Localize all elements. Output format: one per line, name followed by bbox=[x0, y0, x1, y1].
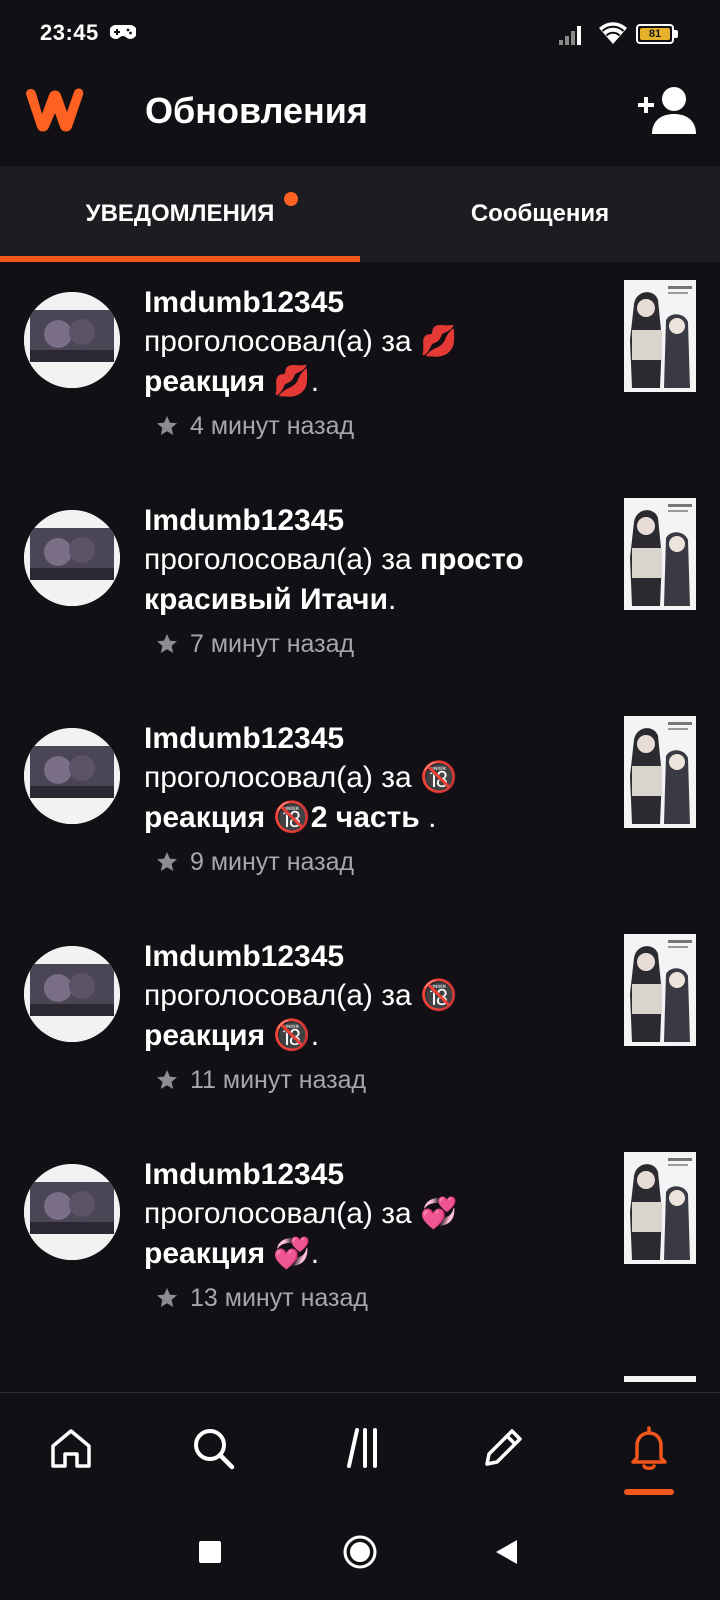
username[interactable]: Imdumb12345 bbox=[144, 1156, 594, 1194]
tab-notifications-label: УВЕДОМЛЕНИЯ bbox=[85, 200, 275, 227]
recents-square-icon bbox=[199, 1541, 221, 1563]
wifi-icon bbox=[599, 22, 627, 44]
action-emoji: 💋 bbox=[420, 325, 458, 358]
nav-library-button[interactable] bbox=[326, 1413, 396, 1483]
notification-item[interactable]: Imdumb12345 проголосовал(а) за 🔞 реакция… bbox=[0, 916, 720, 1134]
unread-dot bbox=[284, 192, 298, 206]
username[interactable]: Imdumb12345 bbox=[144, 720, 594, 758]
story-title[interactable]: реакция 🔞 bbox=[144, 1019, 311, 1052]
story-cover-thumbnail[interactable] bbox=[624, 1152, 696, 1264]
action-verb: проголосовал(а) за bbox=[144, 1197, 421, 1230]
action-verb: проголосовал(а) за bbox=[144, 543, 421, 576]
recents-button[interactable] bbox=[190, 1532, 230, 1572]
username[interactable]: Imdumb12345 bbox=[144, 284, 594, 322]
battery-level: 81 bbox=[640, 28, 670, 40]
action-suffix: . bbox=[428, 801, 437, 834]
status-bar: 23:45 81 bbox=[0, 0, 720, 70]
star-icon bbox=[157, 1288, 177, 1307]
notification-meta: 7 минут назад bbox=[156, 628, 456, 660]
system-nav-bar bbox=[0, 1502, 720, 1600]
add-user-button[interactable] bbox=[636, 84, 698, 136]
notification-item[interactable]: Imdumb12345 проголосовал(а) за 🔞 реакция… bbox=[0, 698, 720, 916]
system-home-button[interactable] bbox=[340, 1532, 380, 1572]
notification-text: проголосовал(а) за 💞 реакция 💞. bbox=[144, 1194, 594, 1274]
timestamp: 7 минут назад bbox=[190, 629, 355, 658]
back-button[interactable] bbox=[486, 1532, 526, 1572]
username[interactable]: Imdumb12345 bbox=[144, 938, 594, 976]
avatar[interactable] bbox=[24, 292, 120, 388]
signal-icon bbox=[559, 26, 581, 45]
tab-messages[interactable]: Сообщения bbox=[360, 166, 720, 262]
nav-write-button[interactable] bbox=[468, 1413, 538, 1483]
home-icon bbox=[51, 1429, 91, 1468]
username[interactable]: Imdumb12345 bbox=[144, 502, 594, 540]
status-time: 23:45 bbox=[40, 20, 99, 45]
nav-notifications-button[interactable] bbox=[614, 1413, 684, 1483]
notification-meta: 4 минут назад bbox=[156, 410, 456, 442]
nav-search-button[interactable] bbox=[178, 1413, 248, 1483]
back-triangle-icon bbox=[496, 1540, 517, 1564]
gamepad-icon bbox=[110, 25, 136, 39]
action-suffix: . bbox=[388, 583, 397, 616]
action-verb: проголосовал(а) за bbox=[144, 979, 421, 1012]
home-circle-icon bbox=[343, 1535, 377, 1569]
timestamp: 9 минут назад bbox=[190, 847, 355, 876]
action-suffix: . bbox=[310, 1237, 320, 1270]
avatar[interactable] bbox=[24, 1164, 120, 1260]
action-emoji: 🔞 bbox=[420, 761, 458, 794]
timestamp: 13 минут назад bbox=[190, 1283, 368, 1312]
battery-icon: 81 bbox=[636, 24, 678, 44]
avatar[interactable] bbox=[24, 510, 120, 606]
story-cover-thumbnail[interactable] bbox=[624, 934, 696, 1046]
action-emoji: 🔞 bbox=[420, 979, 458, 1012]
tab-notifications[interactable]: УВЕДОМЛЕНИЯ bbox=[0, 166, 360, 262]
story-title[interactable]: реакция 💞 bbox=[144, 1237, 311, 1270]
page-title: Обновления bbox=[145, 90, 368, 131]
search-icon bbox=[194, 1429, 235, 1470]
notification-text: проголосовал(а) за 🔞 реакция 🔞. bbox=[144, 976, 594, 1056]
avatar[interactable] bbox=[24, 728, 120, 824]
notification-text: проголосовал(а) за просто красивый Итачи… bbox=[144, 540, 594, 620]
notification-item[interactable]: Imdumb12345 проголосовал(а) за 💞 реакция… bbox=[0, 1134, 720, 1352]
action-verb: проголосовал(а) за bbox=[144, 325, 421, 358]
active-nav-indicator bbox=[624, 1489, 674, 1495]
notification-meta: 11 минут назад bbox=[156, 1064, 456, 1096]
action-suffix: . bbox=[310, 1019, 320, 1052]
action-suffix: . bbox=[310, 365, 320, 398]
app-header: Обновления bbox=[0, 70, 720, 166]
library-icon bbox=[347, 1428, 377, 1468]
story-title[interactable]: реакция 💋 bbox=[144, 365, 311, 398]
wattpad-logo-icon[interactable] bbox=[22, 84, 88, 134]
timestamp: 11 минут назад bbox=[190, 1065, 367, 1094]
notification-item[interactable]: Imdumb12345 проголосовал(а) за 💋 реакция… bbox=[0, 262, 720, 480]
notification-text: проголосовал(а) за 💋 реакция 💋. bbox=[144, 322, 594, 402]
bottom-nav bbox=[0, 1392, 720, 1502]
notification-item[interactable]: Imdumb12345 проголосовал(а) за просто кр… bbox=[0, 480, 720, 698]
avatar[interactable] bbox=[24, 946, 120, 1042]
notification-text: проголосовал(а) за 🔞 реакция 🔞2 часть . bbox=[144, 758, 594, 838]
bell-icon bbox=[631, 1426, 667, 1470]
pencil-icon bbox=[485, 1429, 522, 1466]
timestamp: 4 минут назад bbox=[190, 411, 355, 440]
story-cover-thumbnail[interactable] bbox=[624, 1376, 696, 1382]
star-icon bbox=[157, 634, 177, 653]
star-icon bbox=[157, 416, 177, 435]
notification-meta: 9 минут назад bbox=[156, 846, 456, 878]
story-cover-thumbnail[interactable] bbox=[624, 280, 696, 392]
tab-bar: УВЕДОМЛЕНИЯ Сообщения bbox=[0, 166, 720, 262]
nav-home-button[interactable] bbox=[36, 1413, 106, 1483]
story-title[interactable]: реакция 🔞2 часть bbox=[144, 801, 428, 834]
star-icon bbox=[157, 1070, 177, 1089]
notification-meta: 13 минут назад bbox=[156, 1282, 456, 1314]
story-cover-thumbnail[interactable] bbox=[624, 498, 696, 610]
action-verb: проголосовал(а) за bbox=[144, 761, 421, 794]
action-emoji: 💞 bbox=[420, 1197, 458, 1230]
story-cover-thumbnail[interactable] bbox=[624, 716, 696, 828]
star-icon bbox=[157, 852, 177, 871]
tab-messages-label: Сообщения bbox=[470, 200, 610, 227]
